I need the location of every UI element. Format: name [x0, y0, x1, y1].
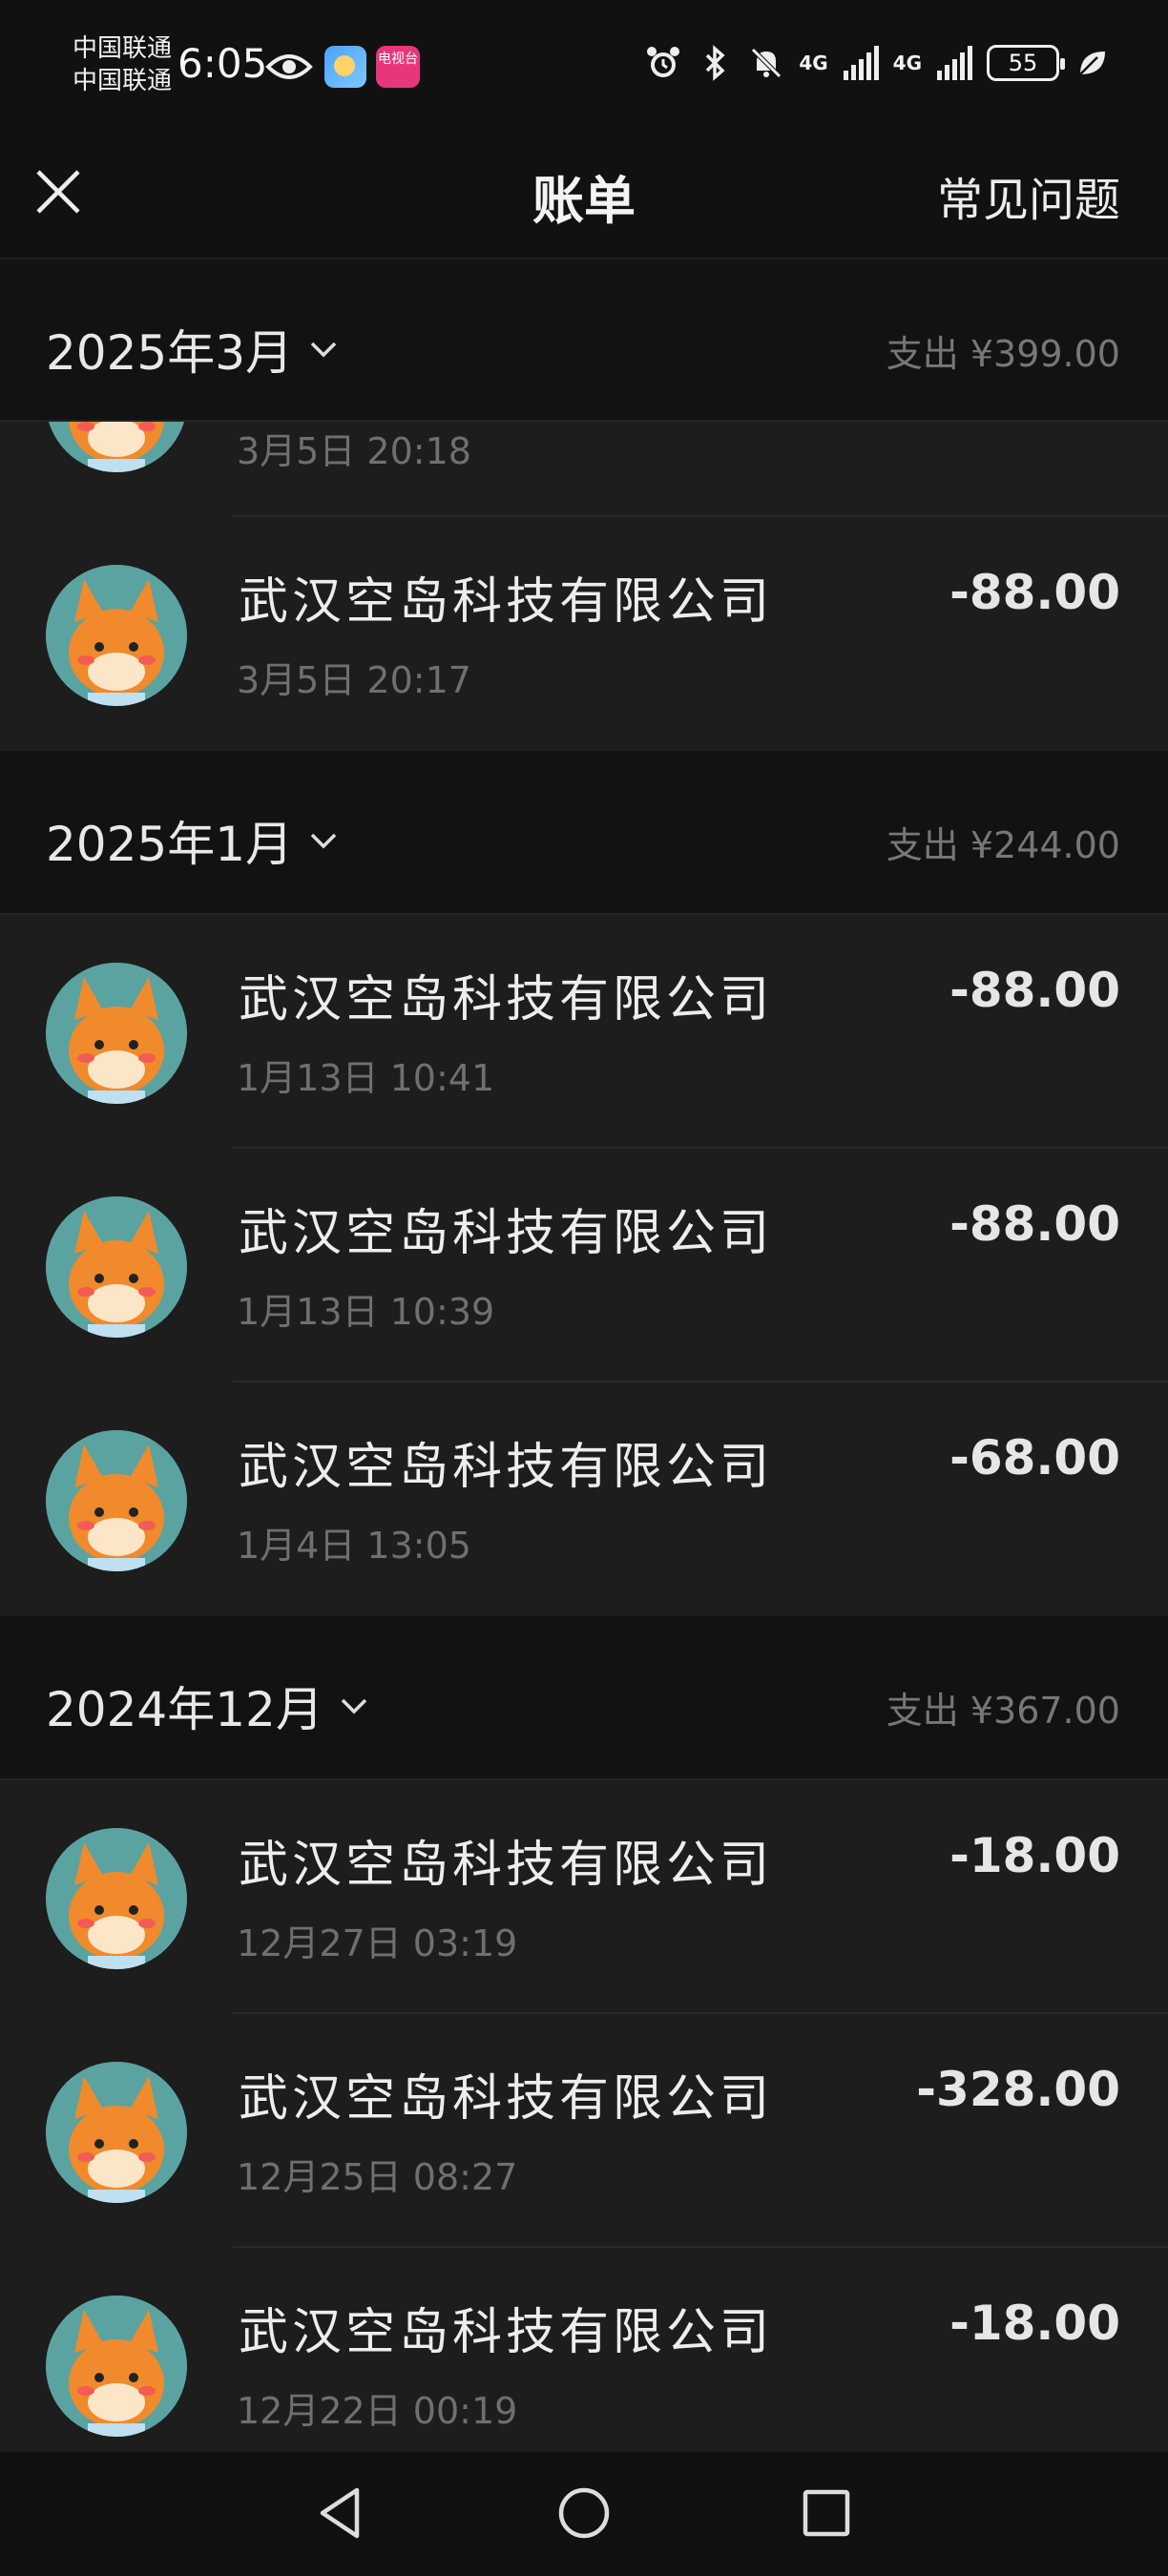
transaction-amount: -88.00: [949, 963, 1120, 1018]
transaction-amount: -88.00: [949, 1196, 1120, 1252]
transaction-time: 1月4日 13:05: [237, 1525, 471, 1567]
month-header-2024-12[interactable]: 2024年12月 支出 ¥367.00: [0, 1616, 1168, 1780]
tv-app-label: 电视台: [378, 52, 418, 67]
tv-app-icon: 电视台: [376, 46, 420, 88]
transaction-time: 12月27日 03:19: [237, 1922, 518, 1964]
home-icon[interactable]: [553, 2483, 615, 2544]
eye-icon: [265, 54, 313, 79]
merchant-name: 武汉空岛科技有限公司: [239, 2070, 774, 2128]
transaction-time: 3月5日 20:17: [237, 659, 471, 701]
chevron-down-icon: [310, 342, 337, 358]
back-icon[interactable]: [311, 2483, 372, 2544]
transaction-row[interactable]: 3月5日 20:18: [0, 422, 1168, 517]
chevron-down-icon: [310, 833, 337, 849]
transaction-time: 1月13日 10:41: [237, 1057, 495, 1099]
merchant-avatar: [46, 2296, 187, 2437]
month-selector[interactable]: 2024年12月: [46, 1672, 371, 1740]
chevron-down-icon: [341, 1698, 367, 1714]
fox-avatar-icon: [46, 1430, 187, 1571]
month-label: 2025年1月: [46, 817, 294, 872]
month-label: 2025年3月: [46, 325, 294, 381]
month-total: 支出 ¥244.00: [886, 824, 1120, 866]
transaction-amount: -18.00: [949, 2296, 1120, 2351]
merchant-avatar: [46, 2062, 187, 2203]
merchant-avatar: [46, 422, 187, 472]
merchant-avatar: [46, 1828, 187, 1969]
carrier-labels: 中国联通 中国联通: [73, 32, 172, 97]
fox-avatar-icon: [46, 2296, 187, 2437]
month-selector[interactable]: 2025年1月: [46, 806, 341, 875]
status-time: 6:05: [177, 40, 268, 87]
month-header-2025-03[interactable]: 2025年3月 支出 ¥399.00: [0, 260, 1168, 422]
merchant-avatar: [46, 565, 187, 706]
mute-bell-icon: [751, 48, 782, 78]
month-total: 支出 ¥367.00: [886, 1690, 1120, 1732]
merchant-avatar: [46, 963, 187, 1104]
bluetooth-icon: [706, 45, 725, 81]
battery-indicator: 55: [987, 45, 1065, 81]
merchant-name: 武汉空岛科技有限公司: [239, 573, 774, 631]
recents-icon[interactable]: [796, 2483, 857, 2544]
leaf-icon: [1079, 52, 1105, 75]
fox-avatar-icon: [49, 422, 184, 472]
month-header-2025-01[interactable]: 2025年1月 支出 ¥244.00: [0, 751, 1168, 915]
transaction-time: 12月25日 08:27: [237, 2156, 518, 2198]
network-label-2: 4G: [892, 52, 922, 74]
fox-avatar-icon: [46, 565, 187, 706]
month-selector[interactable]: 2025年3月: [46, 315, 341, 384]
fox-avatar-icon: [46, 1828, 187, 1969]
transaction-row[interactable]: 武汉空岛科技有限公司 1月13日 10:39 -88.00: [0, 1149, 1168, 1382]
fox-avatar-icon: [46, 1196, 187, 1338]
transaction-row[interactable]: 武汉空岛科技有限公司 1月13日 10:41 -88.00: [0, 915, 1168, 1149]
transaction-row[interactable]: 武汉空岛科技有限公司 12月25日 08:27 -328.00: [0, 2014, 1168, 2248]
transaction-row[interactable]: 武汉空岛科技有限公司 1月4日 13:05 -68.00: [0, 1382, 1168, 1616]
status-icons: 4G 4G 55: [644, 44, 1111, 82]
network-label-1: 4G: [799, 52, 828, 74]
alarm-icon: [647, 47, 680, 77]
fox-avatar-icon: [46, 963, 187, 1104]
carrier-2: 中国联通: [73, 67, 173, 95]
transaction-time: 1月13日 10:39: [237, 1291, 495, 1333]
transaction-amount: -328.00: [916, 2062, 1120, 2117]
transaction-time: 12月22日 00:19: [237, 2390, 518, 2432]
merchant-name: 武汉空岛科技有限公司: [239, 1439, 774, 1496]
merchant-avatar: [46, 1196, 187, 1338]
merchant-name: 武汉空岛科技有限公司: [239, 2304, 774, 2361]
transaction-row[interactable]: 武汉空岛科技有限公司 12月22日 00:19 -18.00: [0, 2248, 1168, 2452]
carrier-1: 中国联通: [73, 34, 173, 63]
transaction-amount: -18.00: [949, 1828, 1120, 1883]
system-nav-bar: [0, 2452, 1168, 2576]
transaction-row[interactable]: 武汉空岛科技有限公司 3月5日 20:17 -88.00: [0, 517, 1168, 751]
merchant-avatar: [46, 1430, 187, 1571]
signal-icon-2: [937, 46, 972, 80]
merchant-name: 武汉空岛科技有限公司: [239, 971, 774, 1028]
transaction-time: 3月5日 20:18: [237, 430, 471, 472]
merchant-name: 武汉空岛科技有限公司: [239, 1205, 774, 1262]
status-bar: 中国联通 中国联通 6:05 电视台 4G 4G 55: [0, 0, 1168, 134]
nav-bar: 账单 常见问题: [0, 134, 1168, 260]
transaction-amount: -68.00: [949, 1430, 1120, 1485]
weather-app-icon: [324, 46, 366, 88]
faq-button[interactable]: 常见问题: [937, 162, 1120, 229]
transaction-amount: -88.00: [949, 565, 1120, 620]
signal-icon-1: [843, 46, 879, 80]
transaction-row[interactable]: 武汉空岛科技有限公司 12月27日 03:19 -18.00: [0, 1780, 1168, 2014]
month-label: 2024年12月: [46, 1682, 323, 1737]
fox-avatar-icon: [46, 2062, 187, 2203]
merchant-name: 武汉空岛科技有限公司: [239, 1837, 774, 1894]
month-total: 支出 ¥399.00: [886, 333, 1120, 375]
